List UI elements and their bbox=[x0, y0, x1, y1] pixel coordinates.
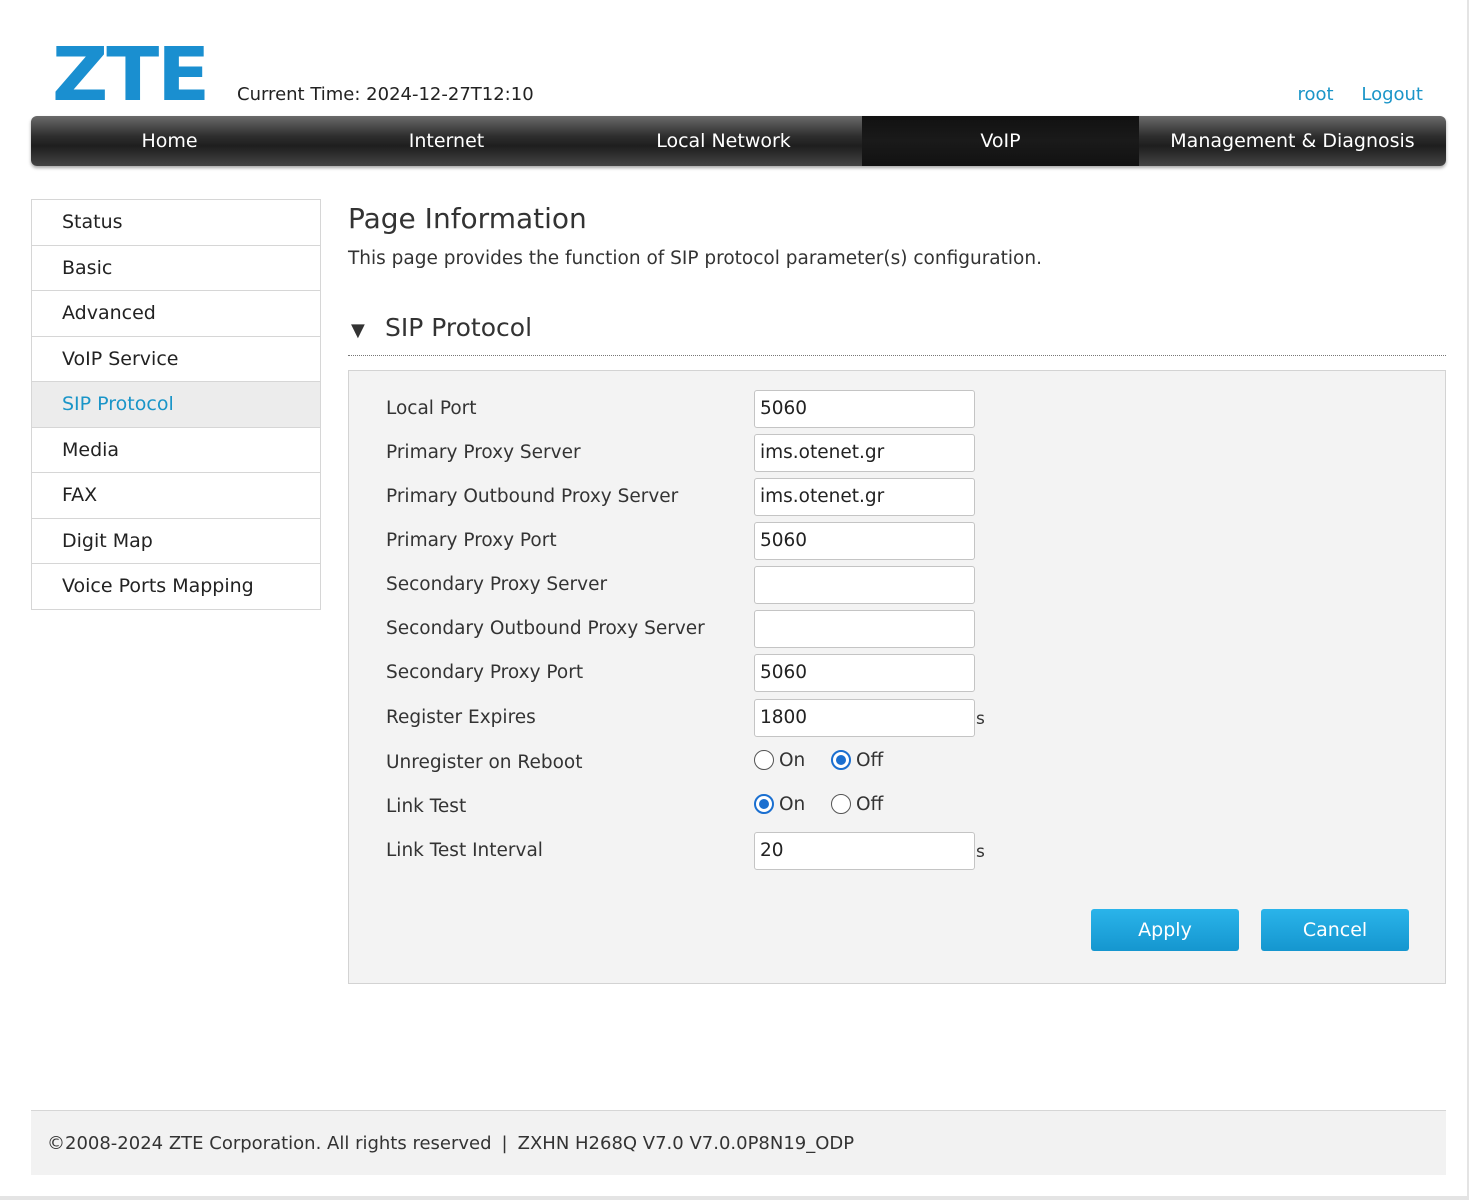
nav-management-diagnosis[interactable]: Management & Diagnosis bbox=[1139, 116, 1446, 166]
sip-settings-panel: Local Port 5060 Primary Proxy Server ims… bbox=[348, 370, 1446, 984]
apply-button[interactable]: Apply bbox=[1091, 909, 1239, 951]
sidebar-item-sip-protocol[interactable]: SIP Protocol bbox=[32, 382, 320, 428]
primary-outbound-proxy-server-label: Primary Outbound Proxy Server bbox=[386, 486, 679, 507]
sidebar-item-media[interactable]: Media bbox=[32, 427, 320, 473]
unregister-on-reboot-off-radio[interactable]: Off bbox=[831, 748, 883, 772]
secondary-outbound-proxy-server-label: Secondary Outbound Proxy Server bbox=[386, 618, 705, 639]
user-links: root Logout bbox=[1276, 84, 1423, 105]
row-link-test: Link Test On Off bbox=[386, 788, 1386, 826]
section-title: SIP Protocol bbox=[385, 313, 533, 342]
footer: ©2008-2024 ZTE Corporation. All rights r… bbox=[31, 1110, 1446, 1175]
primary-outbound-proxy-server-input[interactable]: ims.otenet.gr bbox=[754, 478, 975, 516]
link-test-label: Link Test bbox=[386, 796, 467, 817]
row-link-test-interval: Link Test Interval 20 s bbox=[386, 832, 1386, 870]
nav-internet[interactable]: Internet bbox=[308, 116, 585, 166]
primary-proxy-port-label: Primary Proxy Port bbox=[386, 530, 557, 551]
unregister-on-reboot-label: Unregister on Reboot bbox=[386, 752, 583, 773]
radio-off-label: Off bbox=[856, 793, 884, 815]
row-secondary-proxy-server: Secondary Proxy Server bbox=[386, 566, 1386, 604]
zte-logo: ZTE bbox=[52, 32, 210, 118]
cancel-button[interactable]: Cancel bbox=[1261, 909, 1409, 951]
collapse-triangle-icon[interactable]: ▼ bbox=[351, 320, 365, 341]
page-title: Page Information bbox=[348, 202, 587, 235]
logout-link[interactable]: Logout bbox=[1361, 84, 1423, 105]
main-nav: Home Internet Local Network VoIP Managem… bbox=[31, 116, 1446, 166]
radio-on-label: On bbox=[779, 793, 806, 815]
link-test-on-radio[interactable]: On bbox=[754, 792, 805, 816]
local-port-input[interactable]: 5060 bbox=[754, 390, 975, 428]
secondary-proxy-server-input[interactable] bbox=[754, 566, 975, 604]
primary-proxy-server-input[interactable]: ims.otenet.gr bbox=[754, 434, 975, 472]
row-register-expires: Register Expires 1800 s bbox=[386, 699, 1386, 737]
sidebar: Status Basic Advanced VoIP Service SIP P… bbox=[31, 199, 321, 610]
link-test-interval-input[interactable]: 20 bbox=[754, 832, 975, 870]
sidebar-item-voip-service[interactable]: VoIP Service bbox=[32, 336, 320, 382]
register-expires-label: Register Expires bbox=[386, 707, 536, 728]
unregister-on-reboot-on-radio[interactable]: On bbox=[754, 748, 805, 772]
sidebar-item-status[interactable]: Status bbox=[32, 200, 320, 246]
nav-local-network[interactable]: Local Network bbox=[585, 116, 862, 166]
sidebar-item-advanced[interactable]: Advanced bbox=[32, 291, 320, 337]
local-port-label: Local Port bbox=[386, 398, 477, 419]
copyright-text: ©2008-2024 ZTE Corporation. All rights r… bbox=[47, 1133, 492, 1154]
row-primary-proxy-port: Primary Proxy Port 5060 bbox=[386, 522, 1386, 560]
secondary-outbound-proxy-server-input[interactable] bbox=[754, 610, 975, 648]
register-expires-input[interactable]: 1800 bbox=[754, 699, 975, 737]
firmware-version: ZXHN H268Q V7.0 V7.0.0P8N19_ODP bbox=[517, 1133, 855, 1154]
nav-voip[interactable]: VoIP bbox=[862, 116, 1139, 166]
row-secondary-outbound-proxy-server: Secondary Outbound Proxy Server bbox=[386, 610, 1386, 648]
radio-unselected-icon bbox=[831, 794, 851, 814]
register-expires-unit: s bbox=[976, 709, 985, 729]
row-primary-proxy-server: Primary Proxy Server ims.otenet.gr bbox=[386, 434, 1386, 472]
secondary-proxy-port-input[interactable]: 5060 bbox=[754, 654, 975, 692]
link-test-off-radio[interactable]: Off bbox=[831, 792, 883, 816]
row-primary-outbound-proxy-server: Primary Outbound Proxy Server ims.otenet… bbox=[386, 478, 1386, 516]
secondary-proxy-port-label: Secondary Proxy Port bbox=[386, 662, 584, 683]
link-test-interval-unit: s bbox=[976, 842, 985, 862]
row-unregister-on-reboot: Unregister on Reboot On Off bbox=[386, 744, 1386, 782]
nav-home[interactable]: Home bbox=[31, 116, 308, 166]
section-header[interactable]: ▼ SIP Protocol bbox=[348, 310, 1446, 356]
sidebar-item-fax[interactable]: FAX bbox=[32, 473, 320, 519]
user-link[interactable]: root bbox=[1298, 84, 1334, 105]
current-time: Current Time: 2024-12-27T12:10 bbox=[237, 84, 534, 105]
sidebar-item-voice-ports-mapping[interactable]: Voice Ports Mapping bbox=[32, 564, 320, 610]
page-description: This page provides the function of SIP p… bbox=[348, 248, 1042, 269]
radio-unselected-icon bbox=[754, 750, 774, 770]
radio-selected-icon bbox=[754, 794, 774, 814]
row-local-port: Local Port 5060 bbox=[386, 390, 1386, 428]
primary-proxy-server-label: Primary Proxy Server bbox=[386, 442, 581, 463]
radio-selected-icon bbox=[831, 750, 851, 770]
secondary-proxy-server-label: Secondary Proxy Server bbox=[386, 574, 608, 595]
row-secondary-proxy-port: Secondary Proxy Port 5060 bbox=[386, 654, 1386, 692]
link-test-interval-label: Link Test Interval bbox=[386, 840, 543, 861]
radio-off-label: Off bbox=[856, 749, 884, 771]
primary-proxy-port-input[interactable]: 5060 bbox=[754, 522, 975, 560]
footer-separator: | bbox=[501, 1133, 508, 1154]
sidebar-item-digit-map[interactable]: Digit Map bbox=[32, 518, 320, 564]
sidebar-item-basic[interactable]: Basic bbox=[32, 245, 320, 291]
radio-on-label: On bbox=[779, 749, 806, 771]
